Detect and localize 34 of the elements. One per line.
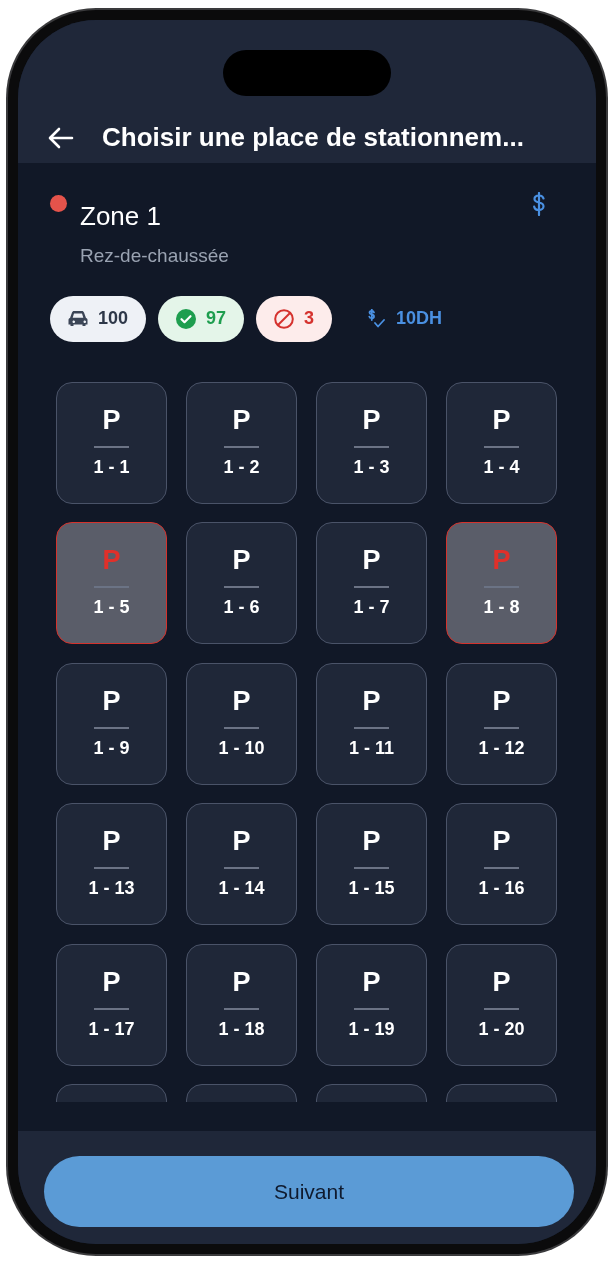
parking-spot[interactable]: P 1 - 3	[316, 381, 427, 504]
floor-label: Rez-de-chaussée	[80, 244, 230, 269]
parking-spot[interactable]: P 1 - 5	[56, 522, 167, 645]
car-icon	[68, 310, 88, 328]
parking-spot[interactable]: P 1 - 19	[316, 943, 427, 1066]
parking-spot[interactable]: P 1 - 16	[446, 803, 557, 926]
parking-spot[interactable]: P 1 - 11	[316, 662, 427, 785]
parking-spot[interactable]: P 1 - 12	[446, 662, 557, 785]
parking-spot[interactable]: P 1 - 18	[186, 943, 297, 1066]
next-button[interactable]: Suivant	[44, 1156, 574, 1227]
parking-spot[interactable]: P 1 - 13	[56, 803, 167, 926]
prohibited-icon	[274, 308, 295, 329]
dollar-icon[interactable]	[532, 191, 546, 216]
parking-spot[interactable]: P 1 - 17	[56, 943, 167, 1066]
parking-spot[interactable]: P 1 - 8	[446, 522, 557, 645]
occupied-count-chip: 3	[256, 295, 333, 342]
parking-spot[interactable]: P 1 - 4	[446, 381, 557, 504]
parking-spot[interactable]: P 1 - 15	[316, 803, 427, 926]
parking-spot[interactable]: P 1 - 20	[446, 943, 557, 1066]
zone-name: Zone 1	[80, 201, 161, 233]
parking-spot[interactable]: P 1 - 14	[186, 803, 297, 926]
parking-spot[interactable]: P 1 - 9	[56, 662, 167, 785]
parking-spot[interactable]: P 1 - 6	[186, 522, 297, 645]
parking-spot[interactable]: P 1 - 10	[186, 662, 297, 785]
parking-spot[interactable]: P 1 - 1	[56, 381, 167, 504]
total-count-chip: 100	[50, 295, 147, 342]
free-count-chip: 97	[158, 295, 245, 342]
price-check-icon	[366, 308, 387, 329]
check-icon	[176, 308, 197, 329]
back-icon[interactable]	[48, 126, 74, 149]
page-title: Choisir une place de stationnem...	[102, 121, 524, 154]
price-label: 10DH	[396, 307, 443, 331]
parking-spot[interactable]: P 1 - 2	[186, 381, 297, 504]
parking-spot[interactable]: P 1 - 7	[316, 522, 427, 645]
